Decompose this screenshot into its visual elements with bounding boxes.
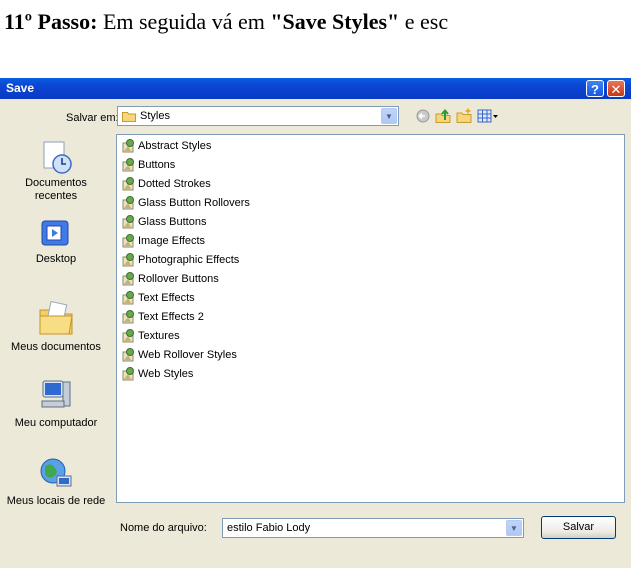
my-documents-icon [39,300,73,335]
places-item-network[interactable]: Meus locais de rede [4,456,108,508]
my-computer-icon [41,380,71,408]
save-dialog: Save ? ✕ Salvar em: Styles ▼ Documentos … [0,78,631,568]
up-folder-button[interactable] [434,108,452,124]
list-item[interactable]: Web Styles [121,366,193,382]
style-file-icon [122,272,134,286]
look-in-value: Styles [140,110,170,122]
title-bar[interactable]: Save ? ✕ [0,78,631,99]
save-button[interactable]: Salvar [541,516,616,539]
list-item-label: Image Effects [138,235,206,247]
network-places-icon [40,458,72,487]
list-item-label: Photographic Effects [138,254,240,266]
view-menu-button[interactable] [476,108,500,124]
list-item-label: Rollover Buttons [138,273,219,285]
list-item[interactable]: Glass Buttons [121,214,206,230]
chevron-down-icon[interactable]: ▼ [506,520,522,536]
style-file-icon [122,177,134,191]
style-file-icon [122,158,134,172]
list-item-label: Dotted Strokes [138,178,211,190]
close-button[interactable]: ✕ [607,80,625,97]
places-item-my-documents[interactable]: Meus documentos [4,298,108,354]
list-item-label: Text Effects [138,292,195,304]
help-button[interactable]: ? [586,80,604,97]
list-item[interactable]: Glass Button Rollovers [121,195,250,211]
filename-combobox[interactable]: ▼ [222,518,524,538]
list-item-label: Textures [138,330,180,342]
list-item-label: Buttons [138,159,176,171]
list-item[interactable]: Image Effects [121,233,205,249]
dialog-title: Save [6,81,35,95]
places-item-my-computer[interactable]: Meu computador [4,378,108,430]
look-in-dropdown[interactable]: Styles ▼ [117,106,399,126]
desktop-icon [41,220,69,246]
style-file-icon [122,196,134,210]
style-file-icon [122,139,134,153]
list-item-label: Glass Buttons [138,216,207,228]
instruction-target: "Save Styles" [270,9,400,34]
up-folder-icon [435,108,451,123]
style-file-icon [122,329,134,343]
filename-input[interactable] [225,520,509,536]
view-menu-icon [477,109,498,123]
list-item[interactable]: Text Effects 2 [121,309,204,325]
back-arrow-icon [416,109,430,123]
list-item[interactable]: Dotted Strokes [121,176,211,192]
chevron-down-icon[interactable]: ▼ [381,108,397,124]
list-item-label: Abstract Styles [138,140,212,152]
file-list[interactable]: Abstract Styles Buttons Dotted Strokes Glas… [116,134,625,503]
list-item-label: Web Styles [138,368,194,380]
list-item-label: Glass Button Rollovers [138,197,250,209]
places-label: Meus documentos [11,341,101,353]
style-file-icon [122,253,134,267]
style-file-icon [122,348,134,362]
back-button[interactable] [414,108,432,124]
list-item[interactable]: Textures [121,328,180,344]
folder-icon [122,112,136,122]
filename-label: Nome do arquivo: [120,522,207,534]
style-file-icon [122,310,134,324]
list-item[interactable]: Buttons [121,157,175,173]
style-file-icon [122,291,134,305]
list-item[interactable]: Photographic Effects [121,252,239,268]
style-file-icon [122,234,134,248]
style-file-icon [122,367,134,381]
list-item-label: Web Rollover Styles [138,349,237,361]
look-in-label: Salvar em: [66,112,119,124]
list-item[interactable]: Text Effects [121,290,195,306]
instruction-text-1: Em seguida vá em [97,9,271,34]
list-item[interactable]: Rollover Buttons [121,271,219,287]
instruction-heading: 11º Passo: Em seguida vá em "Save Styles… [4,0,631,44]
instruction-text-2: e esc [399,9,449,34]
new-folder-button[interactable] [455,108,473,124]
list-item[interactable]: Abstract Styles [121,138,211,154]
places-label: Desktop [35,253,77,265]
places-label: Meu computador [14,417,98,429]
places-bar: Documentos recentes Desktop Meus documen… [4,134,108,564]
new-folder-icon [456,108,472,123]
style-file-icon [122,215,134,229]
places-item-recent[interactable]: Documentos recentes [4,140,108,203]
step-label: 11º Passo: [4,9,98,34]
places-label: Meus locais de rede [6,495,106,507]
places-label: Documentos recentes [25,177,87,202]
recent-documents-icon [43,141,72,174]
list-item-label: Text Effects 2 [138,311,204,323]
places-item-desktop[interactable]: Desktop [4,218,108,266]
list-item[interactable]: Web Rollover Styles [121,347,237,363]
